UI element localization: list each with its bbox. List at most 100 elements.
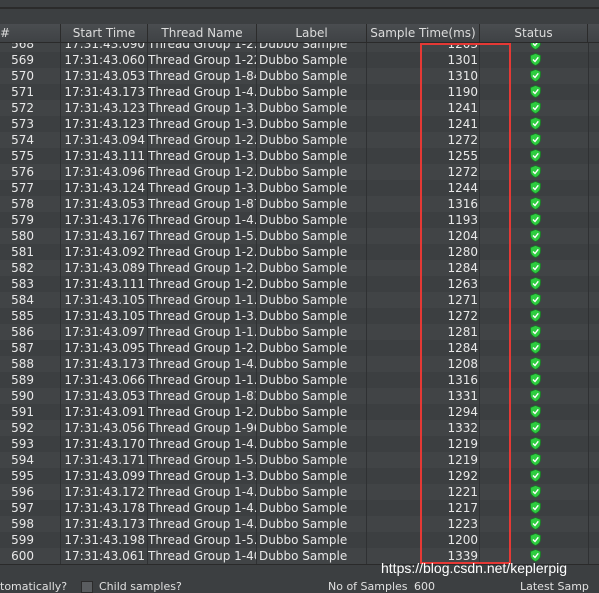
- table-row[interactable]: 585 17:31:43.105 Thread Group 1-3... Dubbo …: [0, 308, 599, 324]
- table-row[interactable]: 589 17:31:43.066 Thread Group 1-1... Dubbo …: [0, 372, 599, 388]
- row-thread-name: Thread Group 1-2...: [148, 405, 256, 419]
- table-row[interactable]: 591 17:31:43.091 Thread Group 1-2... Dubbo …: [0, 404, 599, 420]
- row-thread-name: Thread Group 1-2...: [148, 133, 256, 147]
- row-sample-time: 1203: [447, 43, 478, 51]
- row-label: Dubbo Sample: [259, 293, 348, 307]
- row-label: Dubbo Sample: [259, 43, 348, 51]
- table-row[interactable]: 574 17:31:43.094 Thread Group 1-2... Dubbo …: [0, 132, 599, 148]
- table-row[interactable]: 593 17:31:43.170 Thread Group 1-4... Dubbo …: [0, 436, 599, 452]
- watermark-text: https://blog.csdn.net/keplerpig: [381, 560, 568, 576]
- row-label: Dubbo Sample: [259, 341, 348, 355]
- table-row[interactable]: 599 17:31:43.198 Thread Group 1-5... Dubbo …: [0, 532, 599, 548]
- row-sample-time: 1284: [447, 341, 478, 355]
- success-shield-icon: [520, 148, 550, 164]
- row-number: 598: [11, 517, 34, 531]
- header-status[interactable]: Status: [480, 24, 588, 42]
- row-thread-name: Thread Group 1-2...: [148, 43, 256, 51]
- success-shield-icon: [520, 388, 550, 404]
- table-row[interactable]: 590 17:31:43.053 Thread Group 1-83 Dubbo Sa…: [0, 388, 599, 404]
- row-start-time: 17:31:43.105: [64, 293, 145, 307]
- header-sample-time[interactable]: Sample Time(ms): [367, 24, 480, 42]
- table-row[interactable]: 568 17:31:43.090 Thread Group 1-2... Dubbo …: [0, 43, 599, 52]
- row-sample-time: 1255: [447, 149, 478, 163]
- row-start-time: 17:31:43.170: [64, 437, 145, 451]
- row-sample-time: 1316: [447, 373, 478, 387]
- success-shield-icon: [520, 228, 550, 244]
- row-sample-time: 1193: [447, 213, 478, 227]
- row-start-time: 17:31:43.089: [64, 261, 145, 275]
- row-label: Dubbo Sample: [259, 453, 348, 467]
- success-shield-icon: [520, 292, 550, 308]
- table-row[interactable]: 592 17:31:43.056 Thread Group 1-96 Dubbo Sa…: [0, 420, 599, 436]
- table-row[interactable]: 580 17:31:43.167 Thread Group 1-5... Dubbo …: [0, 228, 599, 244]
- table-row[interactable]: 584 17:31:43.105 Thread Group 1-1... Dubbo …: [0, 292, 599, 308]
- results-table[interactable]: 568 17:31:43.090 Thread Group 1-2... Dubbo …: [0, 43, 599, 564]
- success-shield-icon: [520, 340, 550, 356]
- table-row[interactable]: 582 17:31:43.089 Thread Group 1-2... Dubbo …: [0, 260, 599, 276]
- row-label: Dubbo Sample: [259, 549, 348, 563]
- row-sample-time: 1272: [447, 165, 478, 179]
- row-label: Dubbo Sample: [259, 85, 348, 99]
- row-start-time: 17:31:43.053: [64, 389, 145, 403]
- table-row[interactable]: 594 17:31:43.171 Thread Group 1-5... Dubbo …: [0, 452, 599, 468]
- success-shield-icon: [520, 516, 550, 532]
- success-shield-icon: [520, 180, 550, 196]
- header-thread-name[interactable]: Thread Name: [148, 24, 257, 42]
- table-row[interactable]: 583 17:31:43.111 Thread Group 1-2... Dubbo …: [0, 276, 599, 292]
- toolbar-divider: [0, 7, 599, 9]
- table-row[interactable]: 570 17:31:43.053 Thread Group 1-84 Dubbo Sa…: [0, 68, 599, 84]
- row-start-time: 17:31:43.099: [64, 469, 145, 483]
- table-row[interactable]: 595 17:31:43.099 Thread Group 1-3... Dubbo …: [0, 468, 599, 484]
- success-shield-icon: [520, 372, 550, 388]
- header-num[interactable]: #: [0, 24, 61, 42]
- row-number: 577: [11, 181, 34, 195]
- table-row[interactable]: 578 17:31:43.053 Thread Group 1-87 Dubbo Sa…: [0, 196, 599, 212]
- row-thread-name: Thread Group 1-3...: [148, 469, 256, 483]
- row-thread-name: Thread Group 1-4...: [148, 437, 256, 451]
- row-start-time: 17:31:43.171: [64, 453, 145, 467]
- table-row[interactable]: 572 17:31:43.123 Thread Group 1-3... Dubbo …: [0, 100, 599, 116]
- row-sample-time: 1332: [447, 421, 478, 435]
- row-start-time: 17:31:43.173: [64, 517, 145, 531]
- row-number: 584: [11, 293, 34, 307]
- row-sample-time: 1208: [447, 357, 478, 371]
- success-shield-icon: [520, 52, 550, 68]
- column-divider: [256, 43, 257, 564]
- success-shield-icon: [520, 324, 550, 340]
- success-shield-icon: [520, 420, 550, 436]
- row-label: Dubbo Sample: [259, 53, 348, 67]
- table-row[interactable]: 579 17:31:43.176 Thread Group 1-4... Dubbo …: [0, 212, 599, 228]
- row-thread-name: Thread Group 1-1...: [148, 325, 256, 339]
- table-row[interactable]: 596 17:31:43.172 Thread Group 1-4... Dubbo …: [0, 484, 599, 500]
- table-row[interactable]: 577 17:31:43.124 Thread Group 1-3... Dubbo …: [0, 180, 599, 196]
- row-label: Dubbo Sample: [259, 437, 348, 451]
- table-row[interactable]: 575 17:31:43.111 Thread Group 1-3... Dubbo …: [0, 148, 599, 164]
- row-number: 573: [11, 117, 34, 131]
- success-shield-icon: [520, 100, 550, 116]
- row-number: 585: [11, 309, 34, 323]
- table-row[interactable]: 588 17:31:43.173 Thread Group 1-4... Dubbo …: [0, 356, 599, 372]
- table-row[interactable]: 569 17:31:43.060 Thread Group 1-22 Dubbo Sa…: [0, 52, 599, 68]
- row-thread-name: Thread Group 1-83: [148, 389, 256, 403]
- child-samples-checkbox[interactable]: [81, 581, 93, 593]
- row-thread-name: Thread Group 1-4...: [148, 213, 256, 227]
- header-start-time[interactable]: Start Time: [61, 24, 148, 42]
- row-thread-name: Thread Group 1-4...: [148, 85, 256, 99]
- success-shield-icon: [520, 404, 550, 420]
- table-row[interactable]: 573 17:31:43.123 Thread Group 1-3... Dubbo …: [0, 116, 599, 132]
- table-row[interactable]: 586 17:31:43.097 Thread Group 1-1... Dubbo …: [0, 324, 599, 340]
- table-row[interactable]: 597 17:31:43.178 Thread Group 1-4... Dubbo …: [0, 500, 599, 516]
- table-row[interactable]: 598 17:31:43.173 Thread Group 1-4... Dubbo …: [0, 516, 599, 532]
- row-start-time: 17:31:43.123: [64, 117, 145, 131]
- row-sample-time: 1263: [447, 277, 478, 291]
- row-thread-name: Thread Group 1-4...: [148, 517, 256, 531]
- row-start-time: 17:31:43.173: [64, 85, 145, 99]
- table-row[interactable]: 581 17:31:43.092 Thread Group 1-2... Dubbo …: [0, 244, 599, 260]
- row-label: Dubbo Sample: [259, 133, 348, 147]
- row-label: Dubbo Sample: [259, 197, 348, 211]
- table-row[interactable]: 576 17:31:43.096 Thread Group 1-2... Dubbo …: [0, 164, 599, 180]
- header-label[interactable]: Label: [257, 24, 367, 42]
- table-row[interactable]: 587 17:31:43.095 Thread Group 1-2... Dubbo …: [0, 340, 599, 356]
- row-number: 591: [11, 405, 34, 419]
- table-row[interactable]: 571 17:31:43.173 Thread Group 1-4... Dubbo …: [0, 84, 599, 100]
